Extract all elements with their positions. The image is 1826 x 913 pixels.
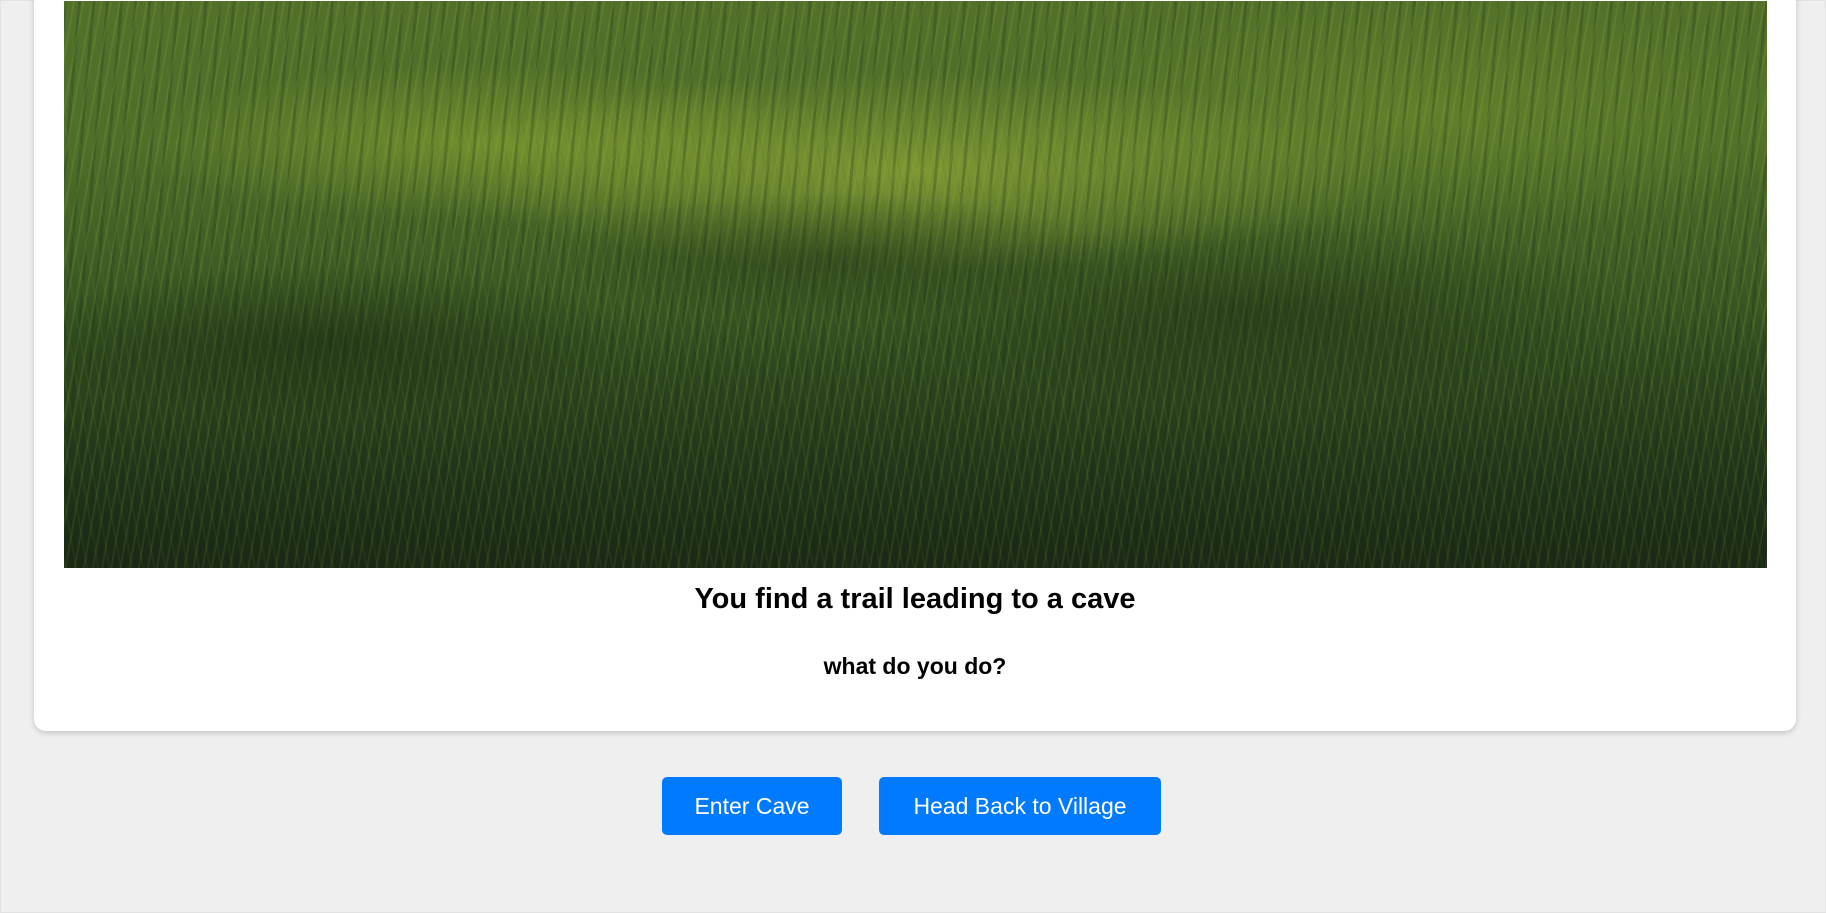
grass-shading [64, 1, 1767, 568]
scene-image [64, 1, 1767, 568]
scene-title: You find a trail leading to a cave [694, 583, 1136, 615]
scene-card: You find a trail leading to a cave what … [34, 0, 1796, 731]
head-back-to-village-button[interactable]: Head Back to Village [879, 777, 1161, 835]
game-page: You find a trail leading to a cave what … [0, 0, 1826, 913]
enter-cave-button[interactable]: Enter Cave [662, 777, 842, 835]
choice-buttons: Enter Cave Head Back to Village [1, 777, 1825, 835]
scene-prompt: what do you do? [823, 653, 1007, 679]
